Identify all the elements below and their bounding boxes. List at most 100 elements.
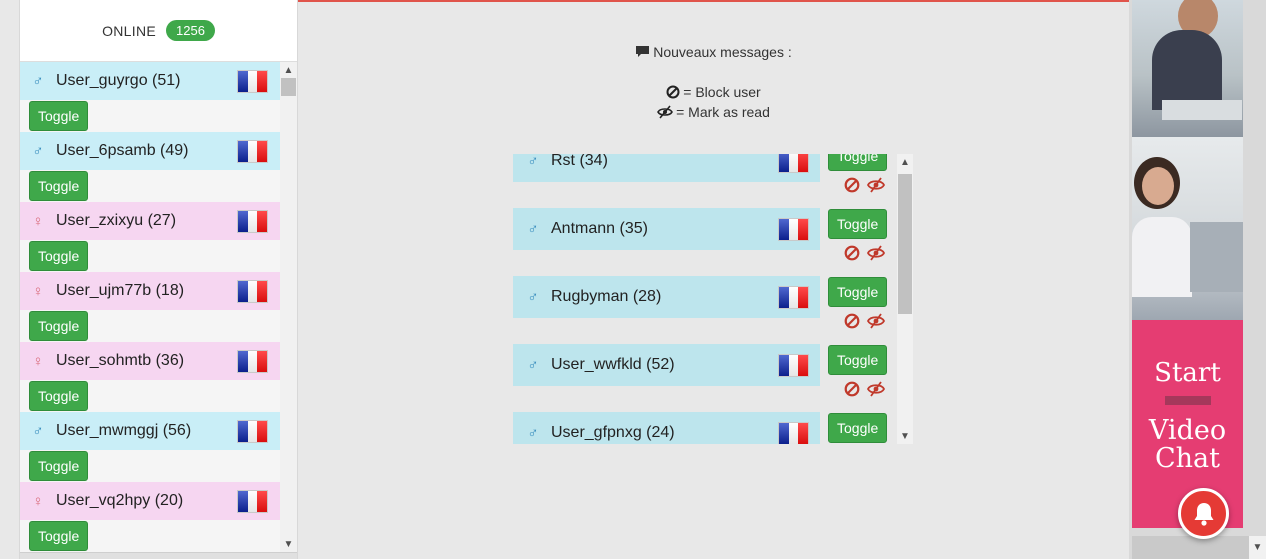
toggle-button[interactable]: Toggle	[828, 154, 888, 171]
scroll-up-arrow-icon[interactable]: ▲	[897, 154, 913, 170]
user-bar[interactable]: ♂ User_guyrgo (51)	[20, 62, 280, 100]
new-messages-heading: Nouveaux messages :	[298, 44, 1129, 60]
ad-person	[1152, 30, 1222, 110]
france-flag-icon	[778, 154, 809, 173]
conversation-actions	[843, 244, 885, 262]
mark-read-button[interactable]	[867, 380, 885, 398]
france-flag-icon	[237, 419, 268, 443]
toggle-button[interactable]: Toggle	[828, 209, 888, 239]
sidebar-bottom-edge	[20, 552, 297, 559]
scroll-down-arrow-icon[interactable]: ▼	[897, 428, 913, 444]
ad-bottom-bar	[1132, 536, 1249, 559]
block-icon	[844, 381, 860, 397]
ad-cta-divider	[1164, 396, 1211, 405]
male-icon: ♂	[527, 424, 539, 442]
conversation-name: Antmann (35)	[551, 220, 648, 237]
toggle-button[interactable]: Toggle	[29, 241, 89, 271]
female-icon: ♀	[32, 352, 44, 370]
legend-mark-read: = Mark as read	[298, 104, 1129, 120]
conversation-item: ♂ Antmann (35) Toggle	[513, 208, 913, 276]
bell-icon	[1194, 502, 1213, 526]
ad-laptop	[1162, 100, 1242, 120]
male-icon: ♂	[32, 142, 44, 160]
male-icon: ♂	[527, 154, 539, 170]
ad-photo-woman-glasses	[1132, 137, 1243, 320]
eye-slash-icon	[867, 177, 885, 193]
user-bar[interactable]: ♀ User_vq2hpy (20)	[20, 482, 280, 520]
user-name: User_ujm77b (18)	[56, 282, 185, 299]
scroll-thumb[interactable]	[898, 174, 912, 314]
conversation-item: ♂ Rugbyman (28) Toggle	[513, 276, 913, 344]
toggle-button[interactable]: Toggle	[29, 311, 89, 341]
toggle-button[interactable]: Toggle	[29, 451, 89, 481]
block-user-button[interactable]	[843, 176, 861, 194]
male-icon: ♂	[527, 220, 539, 238]
toggle-button[interactable]: Toggle	[29, 171, 89, 201]
user-list-item: ♀ User_ujm77b (18) Toggle	[20, 272, 280, 342]
user-name: User_6psamb (49)	[56, 142, 189, 159]
france-flag-icon	[237, 209, 268, 233]
female-icon: ♀	[32, 282, 44, 300]
block-user-button[interactable]	[843, 380, 861, 398]
conversation-item: ♂ User_gfpnxg (24) Toggle	[513, 412, 913, 444]
scroll-up-arrow-icon[interactable]: ▲	[280, 62, 297, 78]
legend-read-text: = Mark as read	[676, 104, 770, 120]
ad-cta-line2: Video	[1148, 415, 1227, 446]
page-scroll-arrow-icon[interactable]: ▼	[1249, 536, 1266, 559]
toggle-button[interactable]: Toggle	[29, 101, 89, 131]
ad-person	[1142, 167, 1174, 205]
eye-slash-icon	[867, 313, 885, 329]
user-bar[interactable]: ♀ User_zxixyu (27)	[20, 202, 280, 240]
block-icon	[666, 85, 680, 99]
user-name: User_mwmggj (56)	[56, 422, 192, 439]
scroll-thumb[interactable]	[281, 78, 296, 96]
toggle-button[interactable]: Toggle	[828, 345, 888, 375]
france-flag-icon	[237, 69, 268, 93]
user-list-item: ♂ User_mwmggj (56) Toggle	[20, 412, 280, 482]
conversation-bar[interactable]: ♂ User_wwfkld (52)	[513, 344, 820, 386]
user-bar[interactable]: ♂ User_mwmggj (56)	[20, 412, 280, 450]
mark-read-button[interactable]	[867, 312, 885, 330]
user-bar[interactable]: ♂ User_6psamb (49)	[20, 132, 280, 170]
mark-read-button[interactable]	[867, 244, 885, 262]
notification-bell-button[interactable]	[1178, 488, 1229, 539]
user-name: User_zxixyu (27)	[56, 212, 177, 229]
user-list-scrollbar[interactable]: ▲ ▼	[280, 62, 297, 552]
male-icon: ♂	[527, 356, 539, 374]
user-bar[interactable]: ♀ User_ujm77b (18)	[20, 272, 280, 310]
toggle-button[interactable]: Toggle	[29, 381, 89, 411]
toggle-button[interactable]: Toggle	[828, 277, 888, 307]
eye-slash-icon	[657, 105, 674, 119]
conversation-item: ♂ Rst (34) Toggle	[513, 154, 913, 208]
conversation-bar[interactable]: ♂ User_gfpnxg (24)	[513, 412, 820, 444]
france-flag-icon	[237, 349, 268, 373]
video-chat-ad[interactable]: Start Video Chat	[1132, 0, 1243, 528]
conversation-scrollbar[interactable]: ▲ ▼	[897, 154, 913, 444]
france-flag-icon	[237, 139, 268, 163]
conversation-name: Rugbyman (28)	[551, 288, 662, 305]
conversation-bar[interactable]: ♂ Antmann (35)	[513, 208, 820, 250]
block-user-button[interactable]	[843, 312, 861, 330]
online-header: ONLINE 1256	[20, 0, 297, 62]
user-list-item: ♂ User_guyrgo (51) Toggle	[20, 62, 280, 132]
ad-laptop	[1190, 222, 1243, 292]
france-flag-icon	[778, 285, 809, 309]
eye-slash-icon	[867, 245, 885, 261]
toggle-button[interactable]: Toggle	[29, 521, 89, 551]
conversation-bar[interactable]: ♂ Rugbyman (28)	[513, 276, 820, 318]
mark-read-button[interactable]	[867, 176, 885, 194]
toggle-button[interactable]: Toggle	[828, 413, 888, 443]
new-messages-label: Nouveaux messages :	[653, 44, 792, 60]
legend-block-text: = Block user	[683, 84, 761, 100]
legend-block: = Block user	[298, 84, 1129, 100]
france-flag-icon	[778, 217, 809, 241]
left-panel: ONLINE 1256 ♂ User_guyrgo (51) Toggle ♂ …	[0, 0, 298, 559]
block-user-button[interactable]	[843, 244, 861, 262]
block-icon	[844, 313, 860, 329]
male-icon: ♂	[32, 72, 44, 90]
scroll-down-arrow-icon[interactable]: ▼	[280, 536, 297, 552]
male-icon: ♂	[527, 288, 539, 306]
user-bar[interactable]: ♀ User_sohmtb (36)	[20, 342, 280, 380]
conversation-list: ♂ Rst (34) Toggle ♂ Antmann (35) Toggle	[513, 154, 913, 444]
conversation-bar[interactable]: ♂ Rst (34)	[513, 154, 820, 182]
